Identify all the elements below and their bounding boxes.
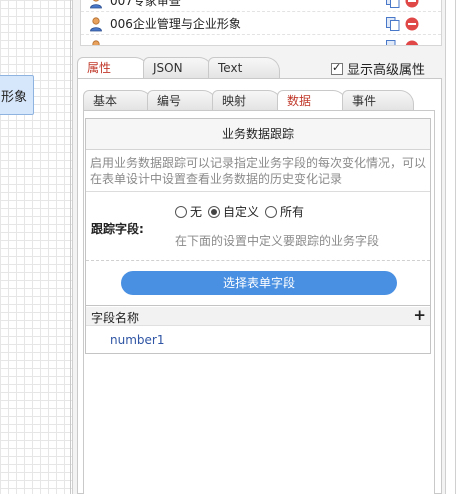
tab-mapping[interactable]: 映射 (212, 90, 282, 111)
radio-none-label: 无 (190, 205, 203, 219)
radio-custom[interactable]: 自定义 (208, 203, 259, 220)
card-title: 业务数据跟踪 (86, 119, 430, 150)
canvas-divider (70, 0, 71, 494)
radio-all-label: 所有 (280, 205, 305, 219)
tab-json-label: JSON (153, 61, 183, 75)
radio-all[interactable]: 所有 (265, 203, 304, 220)
delete-icon[interactable] (405, 40, 419, 47)
tab-text-label: Text (218, 61, 243, 75)
tab-data[interactable]: 数据 (277, 90, 347, 111)
tab-properties[interactable]: 属性 (77, 57, 149, 79)
tab-mapping-label: 映射 (222, 94, 247, 108)
advanced-label: 显示高级属性 (347, 63, 426, 78)
field-item[interactable]: number1 (110, 333, 164, 347)
copy-icon[interactable] (385, 16, 401, 32)
copy-icon[interactable] (385, 39, 401, 47)
tab-events[interactable]: 事件 (342, 90, 414, 111)
tab-numbering[interactable]: 编号 (147, 90, 217, 111)
fields-header-label: 字段名称 (91, 311, 140, 325)
tab-basic-label: 基本 (93, 94, 118, 108)
radio-none-circle[interactable] (175, 205, 187, 218)
radio-all-circle[interactable] (265, 205, 278, 218)
tracking-hint: 在下面的设置中定义要跟踪的业务字段 (175, 234, 380, 248)
tab-text[interactable]: Text (208, 57, 280, 78)
advanced-checkbox[interactable] (331, 61, 343, 75)
list-item[interactable]: 006企业管理与企业形象 (81, 13, 441, 35)
canvas-node[interactable]: 形象 (0, 75, 34, 115)
divider (86, 305, 430, 306)
radio-none[interactable]: 无 (175, 203, 202, 220)
delete-icon[interactable] (405, 17, 419, 31)
item-list: 007专家审查 006企业管理与企业形象 (80, 0, 442, 46)
list-item[interactable]: 007专家审查 (81, 0, 441, 12)
canvas-node-label: 形象 (0, 89, 27, 105)
radio-custom-label: 自定义 (223, 205, 260, 219)
copy-icon[interactable] (385, 0, 401, 9)
tracking-radio-group: 无 自定义 所有 (175, 203, 310, 220)
divider (86, 260, 430, 261)
fields-header: 字段名称 + (86, 306, 430, 326)
tab-basic[interactable]: 基本 (83, 90, 153, 111)
divider (86, 191, 430, 192)
show-advanced-toggle[interactable]: 显示高级属性 (331, 59, 425, 78)
list-item-label: 007专家审查 (110, 0, 181, 8)
card-description: 启用业务数据跟踪可以记录指定业务字段的每次变化情况，可以在表单设计中设置查看业务… (90, 156, 427, 186)
user-icon (90, 0, 102, 8)
tracking-field-label: 跟踪字段: (91, 222, 144, 236)
inner-tab-bar: 基本 编号 映射 数据 事件 (83, 90, 435, 111)
delete-icon[interactable] (405, 0, 419, 8)
right-scroll-strip[interactable] (446, 0, 467, 494)
tab-events-label: 事件 (352, 94, 377, 108)
add-field-icon[interactable]: + (413, 306, 426, 324)
tab-data-label: 数据 (287, 94, 312, 108)
tab-properties-label: 属性 (87, 61, 112, 75)
user-icon (92, 39, 100, 45)
list-item-label: 006企业管理与企业形象 (110, 17, 241, 31)
user-icon (90, 16, 102, 31)
tab-json[interactable]: JSON (143, 57, 213, 78)
select-form-field-button[interactable]: 选择表单字段 (121, 271, 397, 295)
radio-custom-circle[interactable] (208, 205, 221, 218)
tab-numbering-label: 编号 (157, 94, 182, 108)
business-data-tracking-card: 业务数据跟踪 启用业务数据跟踪可以记录指定业务字段的每次变化情况，可以在表单设计… (85, 118, 431, 354)
list-item[interactable] (81, 36, 441, 47)
